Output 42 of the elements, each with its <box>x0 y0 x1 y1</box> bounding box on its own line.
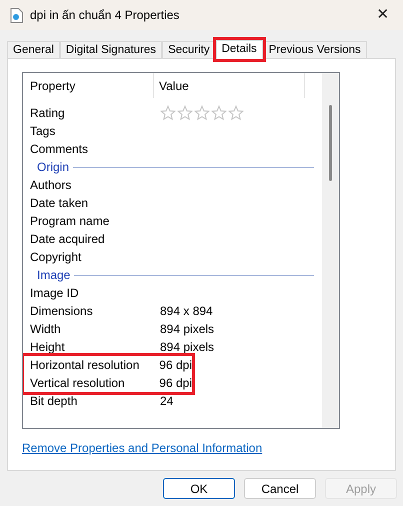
document-icon <box>10 8 23 22</box>
property-name: Rating <box>30 105 66 122</box>
property-name: Tags <box>30 123 56 140</box>
property-name: Program name <box>30 213 110 230</box>
property-name: Horizontal resolution <box>30 357 140 374</box>
property-name: Height <box>30 339 66 356</box>
tab[interactable]: Security <box>162 41 216 58</box>
dialog-button[interactable]: Cancel <box>244 478 316 499</box>
tab[interactable]: Details <box>216 40 263 59</box>
star-icon <box>228 105 244 121</box>
group-heading: Origin <box>37 159 70 176</box>
property-value: 894 pixels <box>160 339 214 356</box>
property-name: Authors <box>30 177 72 194</box>
close-button[interactable]: ✕ <box>363 0 403 30</box>
property-name: Date acquired <box>30 231 106 248</box>
property-name: Date taken <box>30 195 90 212</box>
property-name: Dimensions <box>30 303 94 320</box>
remove-properties-link[interactable]: Remove Properties and Personal Information <box>22 439 262 457</box>
star-icon <box>194 105 210 121</box>
tab[interactable]: Digital Signatures <box>60 41 162 58</box>
tab[interactable]: General <box>7 41 60 58</box>
property-value: 96 dpi <box>159 375 192 392</box>
window-title: dpi in ấn chuẩn 4 Properties <box>30 7 180 24</box>
property-value: 24 <box>160 393 174 410</box>
star-icon <box>160 105 176 121</box>
property-value: 894 pixels <box>160 321 214 338</box>
scrollbar[interactable] <box>322 73 339 428</box>
star-icon <box>211 105 227 121</box>
property-value: 96 dpi <box>159 357 192 374</box>
property-name: Bit depth <box>30 393 78 410</box>
property-value: 894 x 894 <box>160 303 213 320</box>
property-name: Vertical resolution <box>30 375 126 392</box>
scrollbar-thumb[interactable] <box>329 105 332 181</box>
dialog-button[interactable]: OK <box>163 478 235 499</box>
property-name: Copyright <box>30 249 82 266</box>
property-name: Comments <box>30 141 90 158</box>
property-name: Image ID <box>30 285 80 302</box>
column-header[interactable]: Property <box>23 73 154 98</box>
property-name: Width <box>30 321 62 338</box>
star-icon <box>177 105 193 121</box>
column-header[interactable]: Value <box>154 73 305 98</box>
group-heading: Image <box>37 267 70 284</box>
